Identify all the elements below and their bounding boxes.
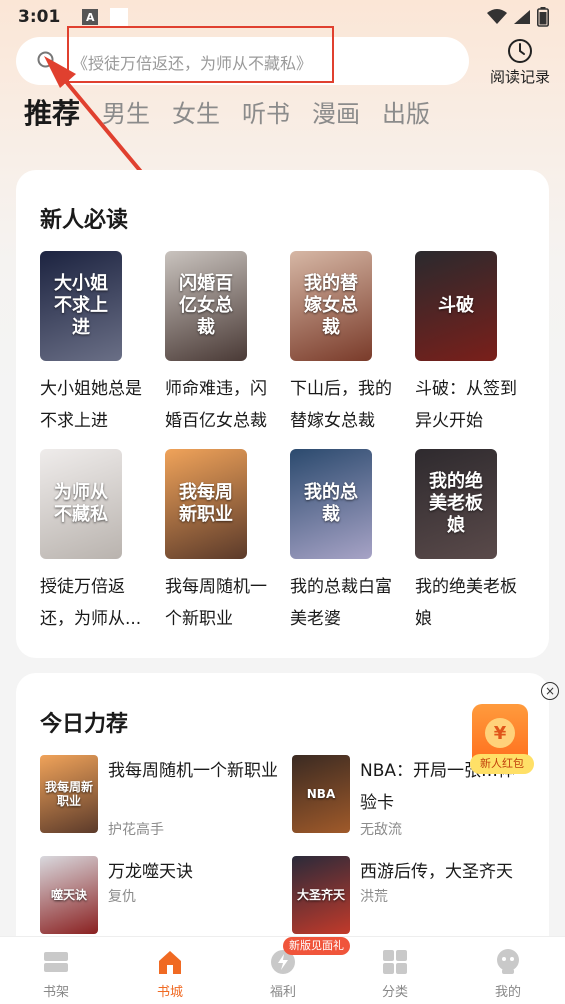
book-cover[interactable]: 我每周新职业 xyxy=(165,449,247,559)
status-indicators xyxy=(487,7,549,27)
recommend-cover[interactable]: 大圣齐天 xyxy=(292,856,350,934)
book-title[interactable]: 斗破：从签到异火开始 xyxy=(415,373,527,437)
clock-icon xyxy=(508,39,532,63)
new-reader-title: 新人必读 xyxy=(40,208,129,233)
book-title[interactable]: 下山后，我的替嫁女总裁 xyxy=(290,373,402,437)
book-cover-text: 斗破 xyxy=(438,295,474,316)
book-item[interactable]: 大小姐不求上进大小姐她总是不求上进 xyxy=(40,251,152,437)
nav-label: 福利 xyxy=(269,985,296,1000)
recommend-item[interactable]: 我每周新职业 我每周随机一个新职业护花高手 xyxy=(40,755,280,838)
recommend-cover-text: 大圣齐天 xyxy=(296,888,345,902)
book-cover[interactable]: 我的总裁 xyxy=(290,449,372,559)
recommend-cover-text: 我每周新职业 xyxy=(44,780,93,808)
tab-5[interactable]: 出版 xyxy=(382,98,430,130)
recommend-cover-text: NBA xyxy=(306,787,336,801)
notification-square-icon xyxy=(110,8,129,26)
bookstore-icon xyxy=(159,951,181,974)
book-cover-text: 我的总裁 xyxy=(304,482,358,525)
tab-3[interactable]: 听书 xyxy=(242,98,290,130)
today-recommend-section: 今日力荐 我每周新职业 我每周随机一个新职业 护花高手 NBA NBA：开局一张…体验卡… xyxy=(16,673,549,973)
book-title[interactable]: 师命难违，闪婚百亿女总裁 xyxy=(165,373,277,437)
book-item[interactable]: 我的替嫁女总裁下山后，我的替嫁女总裁 xyxy=(290,251,402,437)
book-cover[interactable]: 为师从不藏私 xyxy=(40,449,122,559)
signal-icon xyxy=(514,10,530,24)
tab-0[interactable]: 推荐 xyxy=(24,98,80,130)
book-item[interactable]: 我每周新职业我每周随机一个新职业 xyxy=(165,449,277,635)
book-cover-text: 大小姐不求上进 xyxy=(54,273,108,338)
recommend-title[interactable]: 万龙噬天诀 xyxy=(108,856,278,888)
book-cover-text: 闪婚百亿女总裁 xyxy=(179,273,233,338)
book-cover-text: 我的替嫁女总裁 xyxy=(304,273,358,338)
book-title[interactable]: 我的绝美老板娘 xyxy=(415,571,527,635)
category-tabs: 推荐 男生 女生 听书 漫画 出版 xyxy=(24,96,452,130)
battery-icon xyxy=(537,7,549,27)
notification-a-icon: A xyxy=(82,9,99,25)
book-cover[interactable]: 斗破 xyxy=(415,251,497,361)
book-cover-text: 我的绝美老板娘 xyxy=(429,471,483,536)
recommend-item[interactable]: 噬天诀 万龙噬天诀 复仇 xyxy=(40,856,280,936)
recommend-cover-text: 噬天诀 xyxy=(50,888,87,902)
nav-item-0[interactable]: 书架 xyxy=(16,937,96,1004)
status-time: 3:01 xyxy=(18,7,61,27)
recommend-cover[interactable]: NBA xyxy=(292,755,350,833)
recommend-author: 复仇 xyxy=(108,889,136,905)
search-icon xyxy=(37,51,57,71)
profile-icon xyxy=(497,949,519,974)
recommend-cover[interactable]: 噬天诀 xyxy=(40,856,98,934)
nav-badge: 新版见面礼 xyxy=(283,937,350,955)
book-cover[interactable]: 我的替嫁女总裁 xyxy=(290,251,372,361)
reading-history-button[interactable]: 阅读记录 xyxy=(486,38,554,88)
book-title[interactable]: 我的总裁白富美老婆 xyxy=(290,571,402,635)
nav-item-1[interactable]: 书城 xyxy=(130,937,210,1004)
recommend-author: 护花高手 xyxy=(108,822,164,838)
book-item[interactable]: 我的绝美老板娘 我的绝美老板娘 xyxy=(415,449,527,635)
today-recommend-title: 今日力荐 xyxy=(40,712,129,737)
book-title[interactable]: 我每周随机一个新职业 xyxy=(165,571,277,635)
book-item[interactable]: 为师从不藏私授徒万倍返还，为师从... xyxy=(40,449,152,635)
book-cover[interactable]: 我的绝美老板娘 xyxy=(415,449,497,559)
recommend-author: 无敌流 xyxy=(360,822,402,838)
book-item[interactable]: 斗破斗破：从签到异火开始 xyxy=(415,251,527,437)
reading-history-label: 阅读记录 xyxy=(489,68,550,86)
book-cover-text: 为师从不藏私 xyxy=(54,482,108,525)
tab-4[interactable]: 漫画 xyxy=(312,98,360,130)
category-icon xyxy=(383,950,407,974)
bookshelf-icon xyxy=(44,952,68,972)
yen-icon: ¥ xyxy=(485,718,515,748)
new-reader-section: 新人必读 大小姐不求上进大小姐她总是不求上进 闪婚百亿女总裁师命难违，闪婚百亿女总… xyxy=(16,170,549,658)
book-title[interactable]: 大小姐她总是不求上进 xyxy=(40,373,152,437)
book-title[interactable]: 授徒万倍返还，为师从... xyxy=(40,571,152,635)
nav-item-4[interactable]: 我的 xyxy=(468,937,548,1004)
book-cover-text: 我每周新职业 xyxy=(179,482,233,525)
red-packet-label[interactable]: 新人红包 xyxy=(470,754,534,774)
nav-label: 书城 xyxy=(156,985,183,1000)
recommend-item[interactable]: 大圣齐天 西游后传，大圣齐天 洪荒 xyxy=(292,856,532,936)
book-item[interactable]: 闪婚百亿女总裁师命难违，闪婚百亿女总裁 xyxy=(165,251,277,437)
book-item[interactable]: 我的总裁我的总裁白富美老婆 xyxy=(290,449,402,635)
recommend-cover[interactable]: 我每周新职业 xyxy=(40,755,98,833)
nav-label: 分类 xyxy=(381,985,408,1000)
nav-label: 我的 xyxy=(494,985,521,1000)
nav-item-3[interactable]: 分类 xyxy=(355,937,435,1004)
recommend-title[interactable]: 我每周随机一个新职业 xyxy=(108,755,278,787)
book-cover[interactable]: 闪婚百亿女总裁 xyxy=(165,251,247,361)
wifi-icon xyxy=(487,9,507,24)
close-ad-button[interactable]: × xyxy=(541,682,559,700)
book-cover[interactable]: 大小姐不求上进 xyxy=(40,251,122,361)
nav-label: 书架 xyxy=(42,985,69,1000)
search-placeholder[interactable]: 《授徒万倍返还，为师从不藏私》 xyxy=(72,50,312,74)
tab-2[interactable]: 女生 xyxy=(172,98,220,130)
recommend-title[interactable]: 西游后传，大圣齐天 xyxy=(360,856,530,888)
tab-1[interactable]: 男生 xyxy=(102,98,150,130)
recommend-author: 洪荒 xyxy=(360,889,388,905)
